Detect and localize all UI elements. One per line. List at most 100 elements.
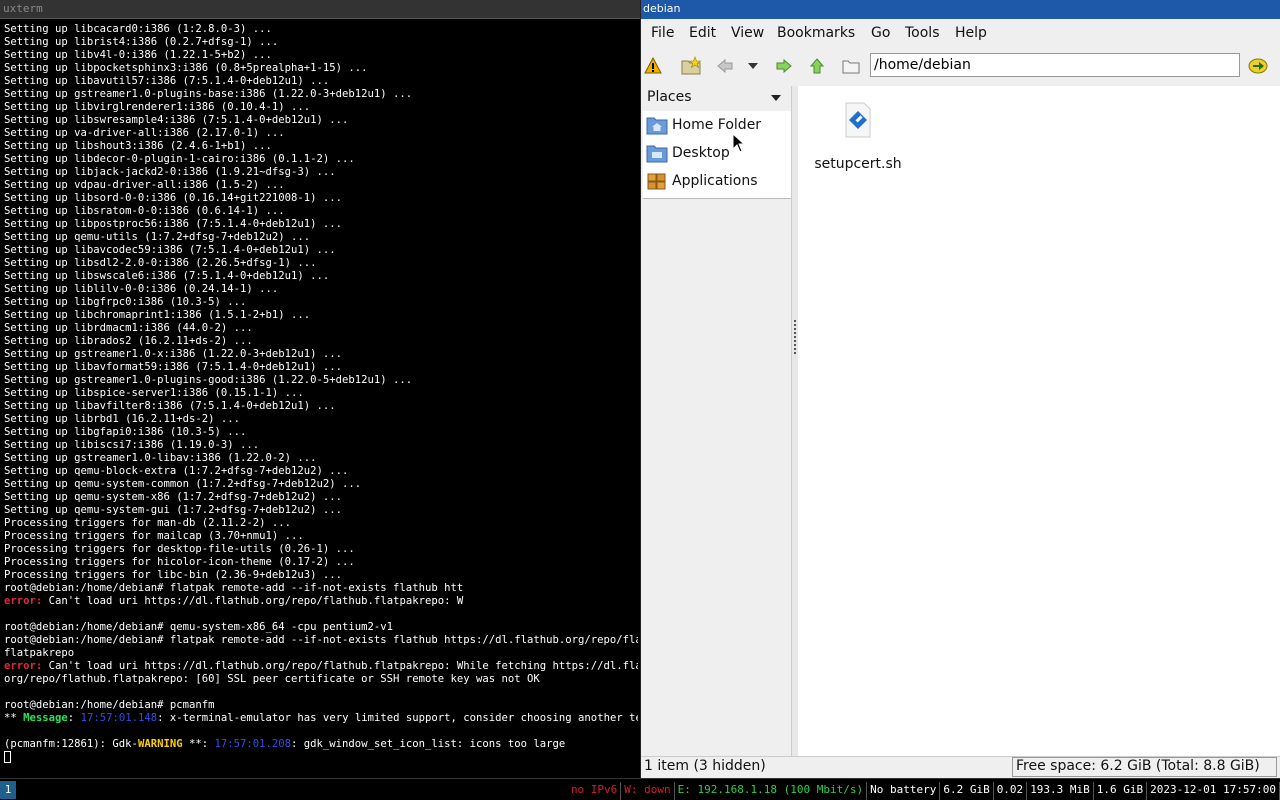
terminal-output[interactable]: Setting up libcacard0:i386 (1:2.8.0-3) .…	[4, 23, 638, 775]
menu-tools[interactable]: Tools	[905, 25, 940, 41]
forward-arrow-icon[interactable]	[772, 54, 796, 78]
places-selector[interactable]: Places	[641, 86, 792, 110]
terminal-line: Processing triggers for hicolor-icon-the…	[4, 556, 638, 569]
terminal-text: root@debian:/home/debian# flatpak remote…	[4, 634, 638, 646]
terminal-titlebar[interactable]: uxterm	[0, 0, 640, 19]
place-applications[interactable]: Applications	[643, 167, 791, 195]
status-item: no IPv6	[568, 782, 622, 800]
applications-icon	[647, 173, 666, 190]
terminal-text: 17:57:01.148	[80, 712, 158, 724]
terminal-text: Setting up libcacard0:i386 (1:2.8.0-3) .…	[4, 23, 272, 35]
terminal-text: **	[4, 712, 24, 724]
terminal-line: Setting up libspice-server1:i386 (0.15.1…	[4, 387, 638, 400]
terminal-text: root@debian:/home/debian# qemu-system-x8…	[4, 621, 394, 633]
terminal-window[interactable]: uxterm Setting up libcacard0:i386 (1:2.8…	[0, 0, 640, 778]
shell-script-icon	[845, 102, 871, 138]
terminal-line: Setting up qemu-system-x86 (1:7.2+dfsg-7…	[4, 491, 638, 504]
terminal-text: Setting up libvirglrenderer1:i386 (0.10.…	[4, 101, 311, 113]
terminal-text: Setting up liblilv-0-0:i386 (0.24.14-1) …	[4, 283, 279, 295]
history-dropdown-icon[interactable]	[741, 54, 765, 78]
menu-bookmarks[interactable]: Bookmarks	[777, 25, 855, 41]
terminal-text: Setting up libavutil57:i386 (7:5.1.4-0+d…	[4, 75, 330, 87]
menu-edit[interactable]: Edit	[689, 25, 716, 41]
status-item: 2023-12-01 17:57:00	[1147, 782, 1280, 800]
status-item: No battery	[867, 782, 941, 800]
terminal-line: Setting up vdpau-driver-all:i386 (1.5-2)…	[4, 179, 638, 192]
terminal-text: Processing triggers for libc-bin (2.36-9…	[4, 569, 343, 581]
terminal-line: Setting up librdmacm1:i386 (44.0-2) ...	[4, 322, 638, 335]
file-manager-window[interactable]: debian File Edit View Bookmarks Go Tools…	[641, 0, 1280, 778]
path-input[interactable]: /home/debian	[870, 53, 1240, 77]
back-arrow-icon[interactable]	[713, 54, 737, 78]
terminal-line: Setting up librist4:i386 (0.2.7+dfsg-1) …	[4, 36, 638, 49]
place-label: Desktop	[672, 145, 730, 161]
terminal-line: ** Message: 17:57:01.148: x-terminal-emu…	[4, 712, 638, 725]
terminal-line: Setting up libgfapi0:i386 (10.3-5) ...	[4, 426, 638, 439]
terminal-text: Can't load uri https://dl.flathub.org/re…	[42, 660, 638, 672]
warning-icon[interactable]	[641, 54, 665, 78]
go-arrow-icon[interactable]	[1246, 54, 1270, 78]
terminal-text: Setting up gstreamer1.0-libav:i386 (1.22…	[4, 452, 317, 464]
terminal-line: flatpakrepo	[4, 647, 638, 660]
status-item: E: 192.168.1.18 (100 Mbit/s)	[675, 782, 868, 800]
free-space-status: Free space: 6.2 GiB (Total: 8.8 GiB)	[1012, 757, 1277, 777]
file-view[interactable]: setupcert.sh	[732, 86, 1280, 756]
resize-grip[interactable]	[794, 320, 796, 354]
terminal-line: Setting up qemu-system-gui (1:7.2+dfsg-7…	[4, 504, 638, 517]
terminal-line: Setting up libgfrpc0:i386 (10.3-5) ...	[4, 296, 638, 309]
terminal-line	[4, 751, 638, 764]
terminal-text: Setting up libswscale6:i386 (7:5.1.4-0+d…	[4, 270, 330, 282]
file-manager-titlebar[interactable]: debian	[641, 0, 1280, 19]
home-folder-icon	[646, 117, 668, 135]
terminal-line: Setting up libjack-jackd2-0:i386 (1.9.21…	[4, 166, 638, 179]
terminal-text: Setting up gstreamer1.0-plugins-base:i38…	[4, 88, 413, 100]
workspace-button[interactable]: 1	[0, 781, 16, 799]
terminal-text: Setting up va-driver-all:i386 (2.17.0-1)…	[4, 127, 285, 139]
menu-bar: File Edit View Bookmarks Go Tools Help	[641, 20, 1280, 46]
terminal-line: Setting up libv4l-0:i386 (1.22.1-5+b2) .…	[4, 49, 638, 62]
terminal-line: Setting up libpostproc56:i386 (7:5.1.4-0…	[4, 218, 638, 231]
terminal-line: Setting up liblilv-0-0:i386 (0.24.14-1) …	[4, 283, 638, 296]
menu-file[interactable]: File	[651, 25, 674, 41]
terminal-line: Processing triggers for libc-bin (2.36-9…	[4, 569, 638, 582]
status-item: 193.3 MiB	[1027, 782, 1094, 800]
terminal-text: Setting up libspice-server1:i386 (0.15.1…	[4, 387, 304, 399]
terminal-line: Setting up libiscsi7:i386 (1.19.0-3) ...	[4, 439, 638, 452]
terminal-text: Setting up qemu-system-common (1:7.2+dfs…	[4, 478, 362, 490]
terminal-text: Setting up librbd1 (16.2.11+ds-2) ...	[4, 413, 240, 425]
terminal-text: error:	[4, 595, 43, 607]
status-bar: 1 item (3 hidden) Free space: 6.2 GiB (T…	[641, 756, 1280, 778]
place-home-folder[interactable]: Home Folder	[643, 111, 791, 139]
up-arrow-icon[interactable]	[805, 54, 829, 78]
bottom-panel: 1 no IPv6 W: down E: 192.168.1.18 (100 Mbi…	[0, 778, 1280, 800]
terminal-text: Setting up libdecor-0-plugin-1-cairo:i38…	[4, 153, 355, 165]
menu-view[interactable]: View	[731, 25, 764, 41]
new-tab-icon[interactable]	[679, 54, 703, 78]
terminal-text: flatpakrepo	[4, 647, 75, 659]
places-header-label: Places	[647, 89, 692, 105]
terminal-line: org/repo/flathub.flatpakrepo: [60] SSL p…	[4, 673, 638, 686]
terminal-text: Setting up qemu-system-x86 (1:7.2+dfsg-7…	[4, 491, 343, 503]
terminal-text: (pcmanfm:12861): Gdk-	[4, 738, 138, 750]
terminal-text: Setting up librados2 (16.2.11+ds-2) ...	[4, 335, 253, 347]
chevron-down-icon	[771, 95, 781, 101]
file-item[interactable]: setupcert.sh	[806, 102, 910, 172]
terminal-line: Setting up libsdl2-2.0-0:i386 (2.26.5+df…	[4, 257, 638, 270]
terminal-line: Setting up va-driver-all:i386 (2.17.0-1)…	[4, 127, 638, 140]
menu-help[interactable]: Help	[955, 25, 987, 41]
terminal-line: Setting up gstreamer1.0-libav:i386 (1.22…	[4, 452, 638, 465]
terminal-text: :	[67, 712, 81, 724]
terminal-line: Setting up libswresample4:i386 (7:5.1.4-…	[4, 114, 638, 127]
terminal-line: Setting up libdecor-0-plugin-1-cairo:i38…	[4, 153, 638, 166]
terminal-text: : gdk_window_set_icon_list: icons too la…	[291, 738, 566, 750]
terminal-line: Setting up libavfilter8:i386 (7:5.1.4-0+…	[4, 400, 638, 413]
terminal-line: root@debian:/home/debian# pcmanfm	[4, 699, 638, 712]
terminal-line: Setting up libavcodec59:i386 (7:5.1.4-0+…	[4, 244, 638, 257]
place-desktop[interactable]: Desktop	[643, 139, 791, 167]
menu-go[interactable]: Go	[871, 25, 890, 41]
file-name: setupcert.sh	[814, 156, 902, 172]
terminal-line: Setting up libavformat59:i386 (7:5.1.4-0…	[4, 361, 638, 374]
terminal-text: Message	[23, 712, 68, 724]
